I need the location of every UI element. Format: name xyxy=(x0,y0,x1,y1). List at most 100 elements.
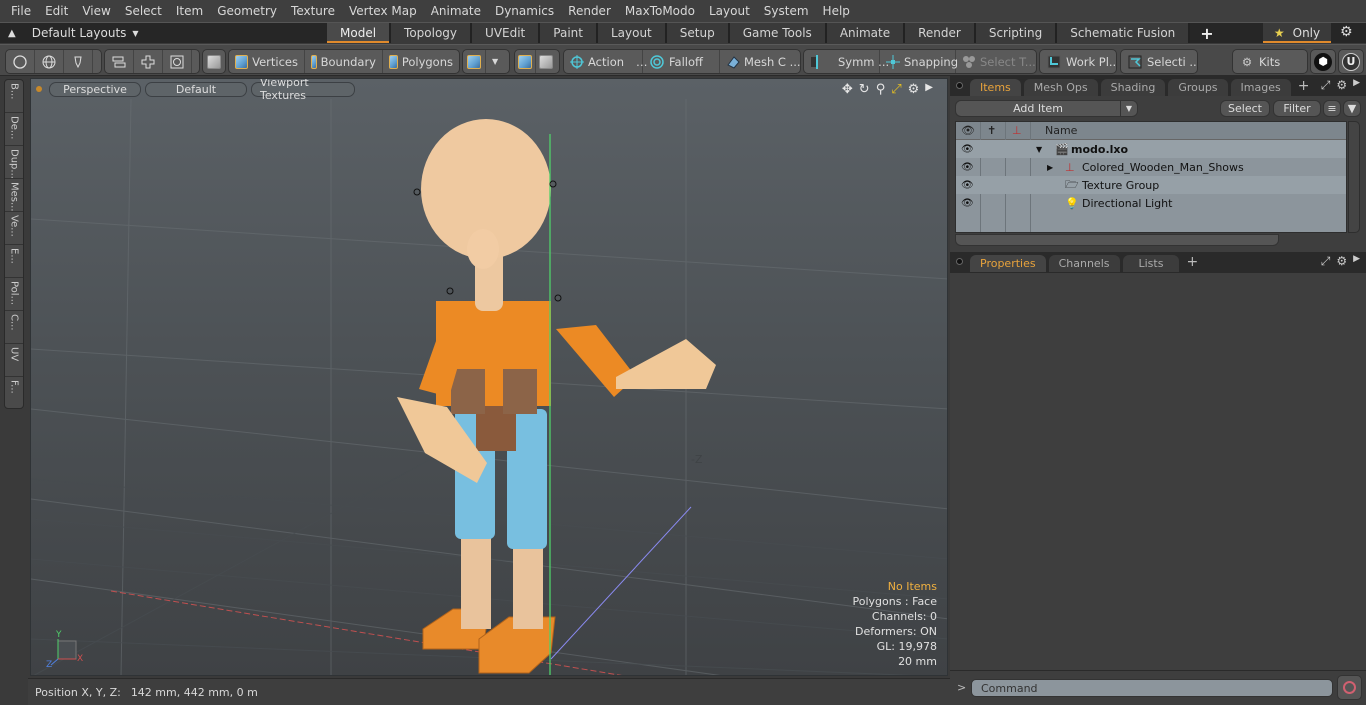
add-item-dropdown[interactable]: ▼ xyxy=(1120,100,1138,117)
record-macro-button[interactable] xyxy=(1337,675,1362,700)
path-button[interactable] xyxy=(93,50,101,73)
name-column-header[interactable]: Name xyxy=(1045,124,1077,137)
add-panel-tab-icon[interactable]: + xyxy=(1298,78,1310,94)
panel-more-icon[interactable]: ▶ xyxy=(1353,254,1360,269)
menu-help[interactable]: Help xyxy=(816,4,857,18)
menu-maxtomodo[interactable]: MaxToModo xyxy=(618,4,702,18)
locator-column-icon[interactable]: ⊥ xyxy=(1012,124,1022,137)
dial-button[interactable] xyxy=(192,50,199,73)
palette-tab-vertex[interactable]: Ve... xyxy=(5,212,23,245)
unreal-button[interactable]: U xyxy=(1339,50,1363,73)
eye-icon[interactable]: 👁 xyxy=(961,162,974,173)
boundary-button[interactable]: Boundary xyxy=(305,50,383,73)
viewport-status-dot[interactable] xyxy=(36,86,42,92)
menu-animate[interactable]: Animate xyxy=(424,4,488,18)
mesh-constraint-button[interactable]: Mesh C ... xyxy=(720,50,800,73)
globe-button[interactable] xyxy=(35,50,64,73)
panel-gear-icon[interactable]: ⚙ xyxy=(1336,254,1347,269)
rotate-view-icon[interactable]: ↻ xyxy=(859,82,870,97)
symmetry-button[interactable]: Symm ... xyxy=(804,50,889,73)
zoom-view-icon[interactable]: ⚲ xyxy=(876,82,886,97)
filter-button[interactable]: Filter xyxy=(1273,100,1321,117)
expand-right-icon[interactable]: ▶ xyxy=(925,82,933,97)
panel-menu-dot[interactable] xyxy=(956,82,963,89)
tab-schematic-fusion[interactable]: Schematic Fusion xyxy=(1057,23,1191,43)
select-button[interactable]: Select xyxy=(1220,100,1270,117)
gear-icon[interactable]: ⚙ xyxy=(1340,24,1353,40)
kits-button[interactable]: ⚙ Kits xyxy=(1233,50,1286,73)
item-row-mesh[interactable]: 👁 ▶ ⊥ Colored_Wooden_Man_Shows xyxy=(956,158,1346,176)
tab-properties[interactable]: Properties xyxy=(970,255,1046,272)
tab-channels[interactable]: Channels xyxy=(1048,255,1120,272)
panel-menu-dot[interactable] xyxy=(956,258,963,265)
lock-column-icon[interactable]: ✝ xyxy=(987,124,996,137)
visibility-column-icon[interactable]: 👁 xyxy=(961,124,975,137)
list-options-button[interactable]: ≡ xyxy=(1323,100,1341,117)
menu-file[interactable]: File xyxy=(4,4,38,18)
pen-button[interactable] xyxy=(64,50,93,73)
palette-tab-fusion[interactable]: F... xyxy=(5,377,23,410)
snapping-button[interactable]: Snapping xyxy=(880,50,958,73)
tab-scripting[interactable]: Scripting xyxy=(975,23,1058,43)
expand-panel-icon[interactable]: ⤢ xyxy=(1321,254,1331,269)
menu-geometry[interactable]: Geometry xyxy=(210,4,284,18)
unity-button[interactable]: ⬢ xyxy=(1311,50,1335,73)
palette-tab-mesh-edit[interactable]: Mes... xyxy=(5,179,23,212)
layouts-dropdown[interactable]: ▲ Default Layouts ▼ xyxy=(0,23,139,43)
palette-tab-edge[interactable]: E... xyxy=(5,245,23,278)
palette-tab-uv[interactable]: UV xyxy=(5,344,23,377)
palette-tab-basic[interactable]: B... xyxy=(5,80,23,113)
tab-paint[interactable]: Paint xyxy=(540,23,598,43)
item-list-vertical-scrollbar[interactable] xyxy=(1348,121,1360,233)
polygons-button[interactable]: Polygons xyxy=(383,50,459,73)
tab-shading[interactable]: Shading xyxy=(1100,79,1166,96)
panel-more-icon[interactable]: ▶ xyxy=(1353,78,1360,93)
material-dropdown[interactable]: ▼ xyxy=(486,50,504,73)
collapse-up-icon[interactable]: ▲ xyxy=(8,28,16,39)
tab-setup[interactable]: Setup xyxy=(666,23,730,43)
tab-game-tools[interactable]: Game Tools xyxy=(729,23,827,43)
tab-topology[interactable]: Topology xyxy=(391,23,473,43)
command-input[interactable]: Command xyxy=(971,679,1333,697)
maximize-icon[interactable]: ⤢ xyxy=(891,82,901,97)
item-row-directional-light[interactable]: 👁 💡 Directional Light xyxy=(956,194,1346,212)
vertices-button[interactable]: Vertices xyxy=(229,50,305,73)
expand-panel-icon[interactable]: ⤢ xyxy=(1321,78,1331,93)
item-row-texture-group[interactable]: 👁 🗁 Texture Group xyxy=(956,176,1346,194)
menu-vertex-map[interactable]: Vertex Map xyxy=(342,4,424,18)
tab-animate[interactable]: Animate xyxy=(826,23,906,43)
palette-tab-polygon[interactable]: Pol... xyxy=(5,278,23,311)
collapse-arrow-icon[interactable]: ▼ xyxy=(1036,145,1042,154)
eye-icon[interactable]: 👁 xyxy=(961,198,974,209)
menu-system[interactable]: System xyxy=(757,4,816,18)
viewport-gear-icon[interactable]: ⚙ xyxy=(908,82,920,97)
viewport-textures-dropdown[interactable]: Viewport Textures xyxy=(251,79,355,102)
add-tab-icon[interactable]: + xyxy=(1200,23,1213,43)
cross-button[interactable] xyxy=(134,50,163,73)
action-center-button[interactable]: Action… xyxy=(564,50,648,73)
eye-icon[interactable]: 👁 xyxy=(961,180,974,191)
center-button[interactable] xyxy=(536,50,556,73)
panel-gear-icon[interactable]: ⚙ xyxy=(1336,78,1347,93)
select-tool-button[interactable]: Select T... xyxy=(956,50,1036,73)
move-view-icon[interactable]: ✥ xyxy=(842,82,853,97)
menu-item[interactable]: Item xyxy=(169,4,210,18)
tab-groups[interactable]: Groups xyxy=(1168,79,1228,96)
work-plane-button[interactable]: Work Pl... xyxy=(1040,50,1116,73)
tab-model[interactable]: Model xyxy=(327,23,392,43)
frame-button[interactable] xyxy=(163,50,192,73)
tab-render[interactable]: Render xyxy=(905,23,976,43)
palette-tab-deform[interactable]: De... xyxy=(5,113,23,146)
funnel-filter-button[interactable]: ▼ xyxy=(1343,100,1361,117)
shading-dropdown[interactable]: Default xyxy=(145,81,247,97)
menu-dynamics[interactable]: Dynamics xyxy=(488,4,561,18)
menu-select[interactable]: Select xyxy=(118,4,169,18)
3d-viewport[interactable]: -Z Y X Z Perspective Default Viewport Te… xyxy=(30,78,948,676)
tab-images[interactable]: Images xyxy=(1230,79,1291,96)
tab-uvedit[interactable]: UVEdit xyxy=(472,23,541,43)
items-mode-button[interactable] xyxy=(203,50,225,73)
view-type-dropdown[interactable]: Perspective xyxy=(49,81,141,97)
falloff-button[interactable]: Falloff xyxy=(643,50,720,73)
menu-render[interactable]: Render xyxy=(561,4,618,18)
tab-lists[interactable]: Lists xyxy=(1122,255,1180,272)
